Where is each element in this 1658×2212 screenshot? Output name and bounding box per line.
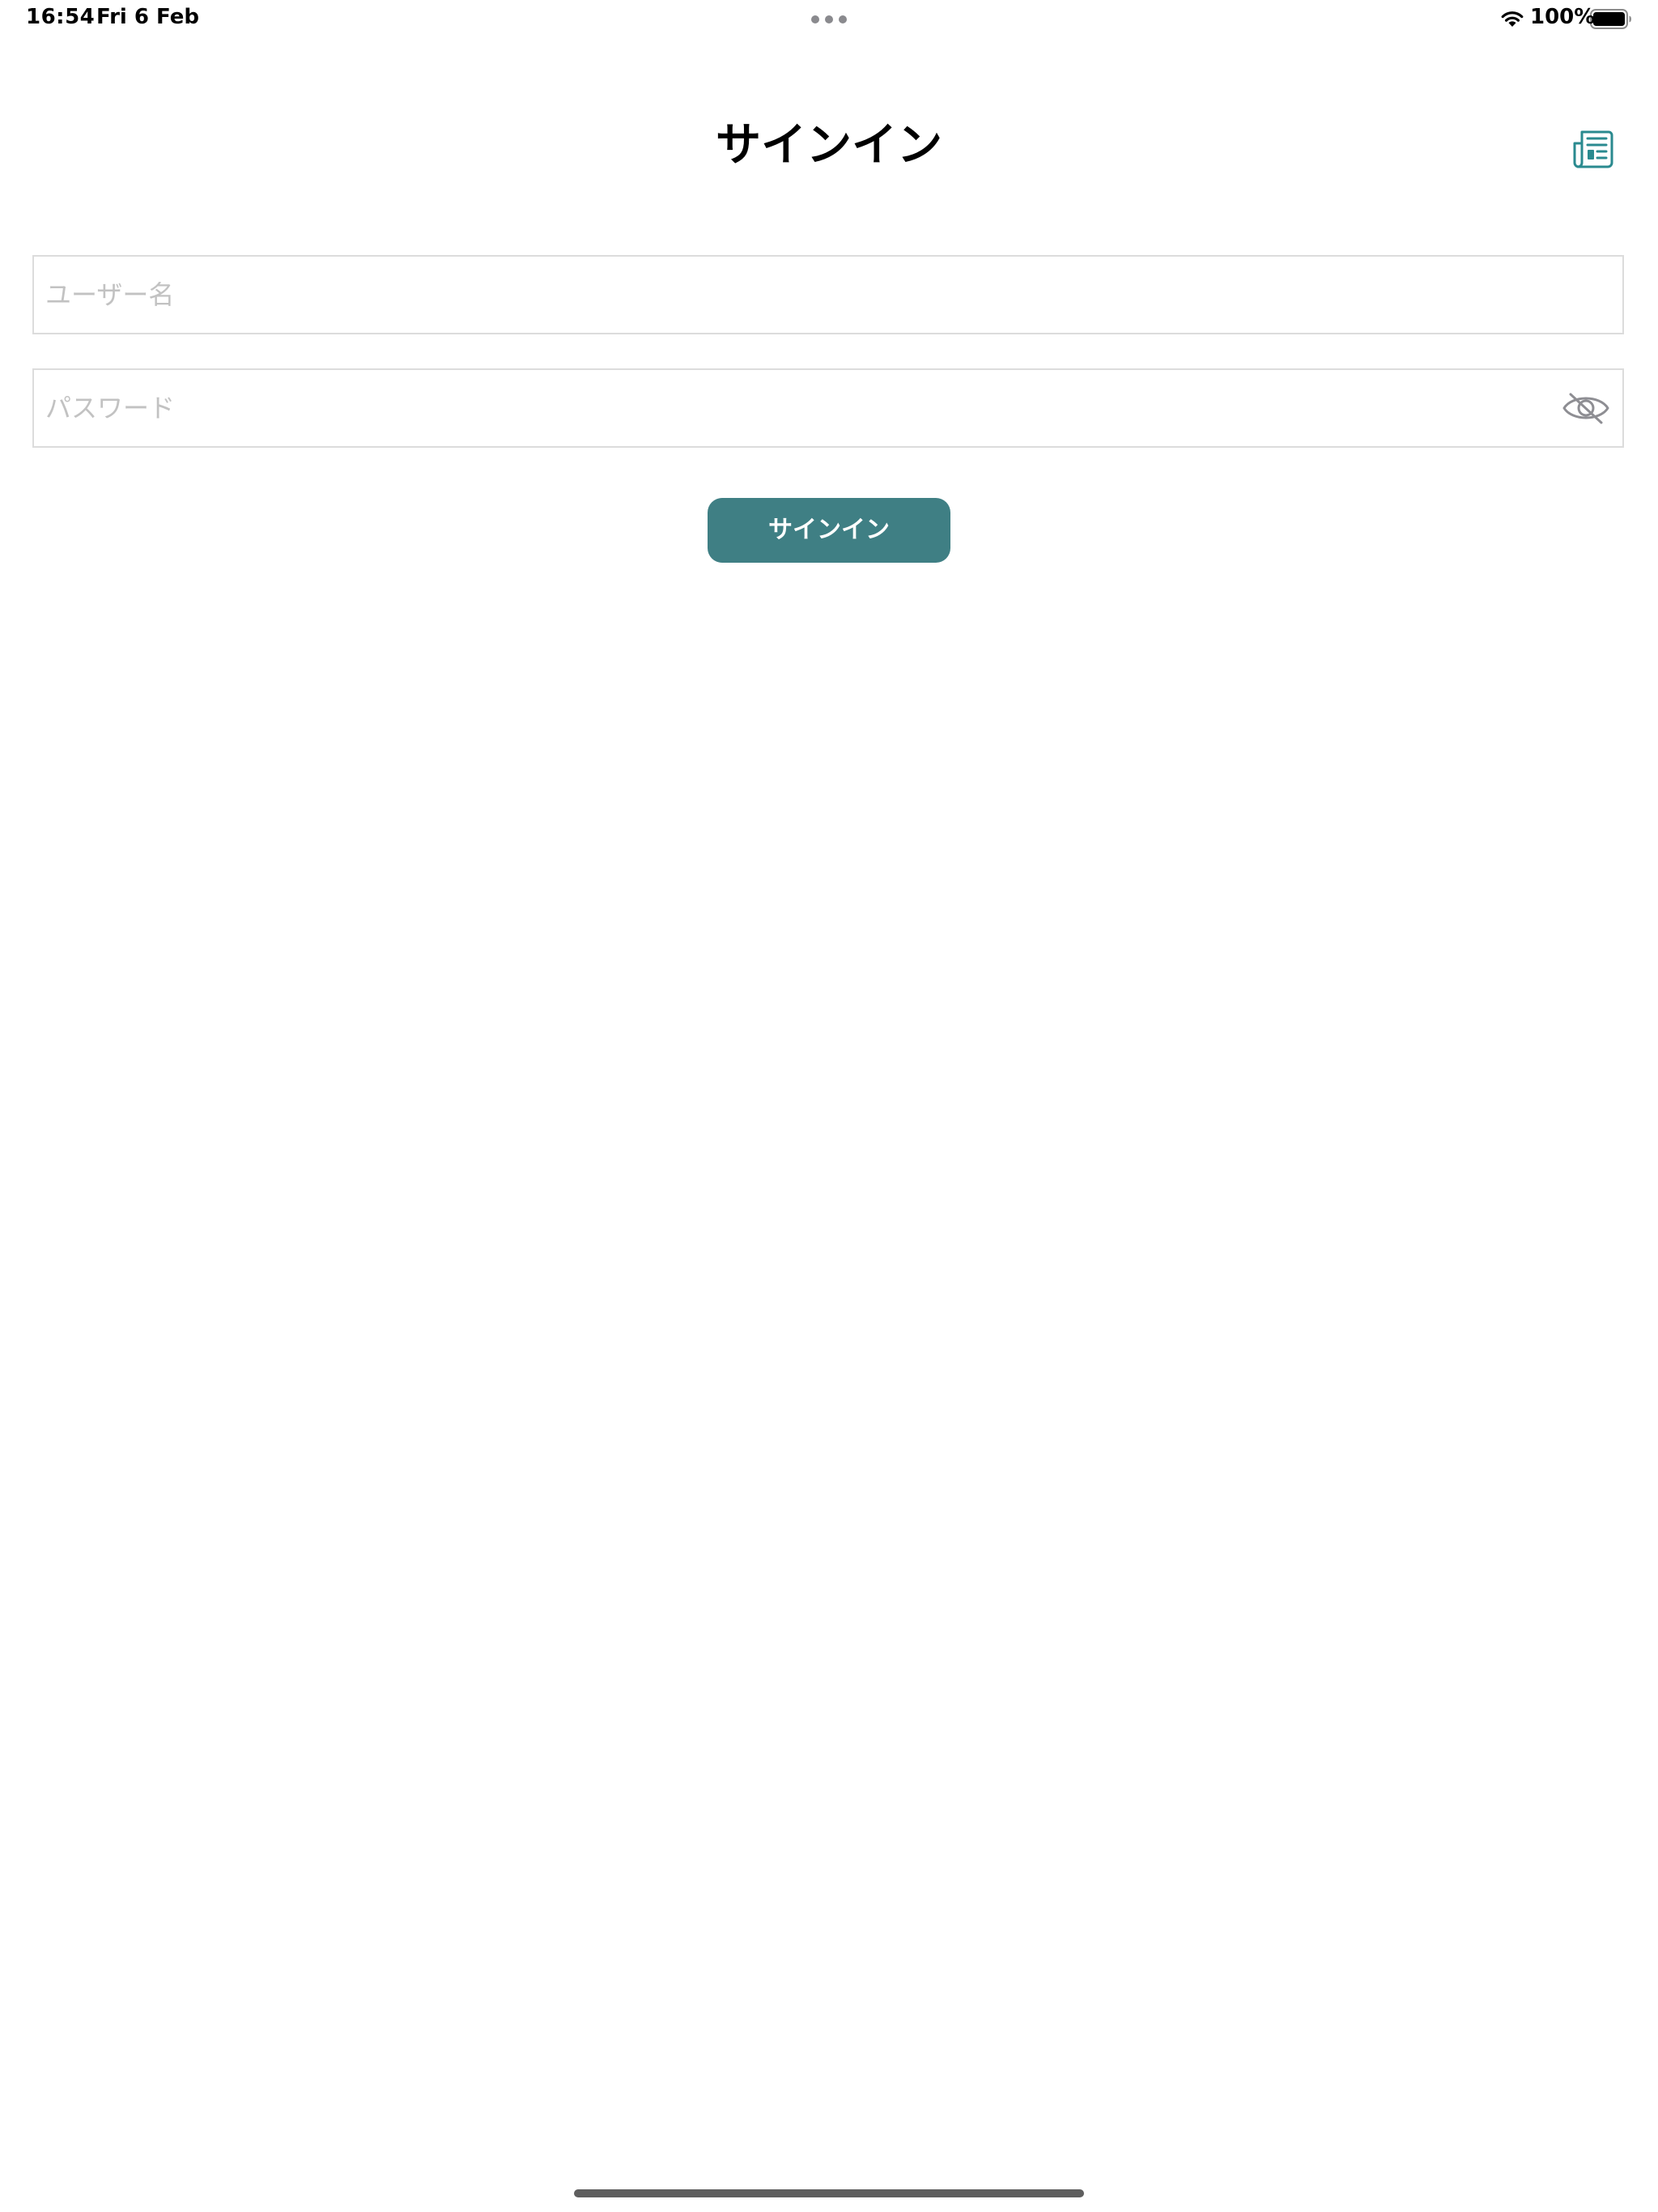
home-indicator[interactable]	[574, 2189, 1084, 2197]
username-field	[32, 255, 1624, 334]
password-visibility-toggle[interactable]	[1561, 389, 1611, 428]
battery-icon	[1590, 9, 1631, 29]
wifi-icon	[1501, 11, 1524, 27]
sign-in-button[interactable]: サインイン	[708, 498, 950, 563]
newspaper-icon	[1573, 130, 1613, 168]
battery-percent: 100%	[1530, 5, 1596, 29]
multitask-dots-icon[interactable]	[811, 15, 847, 23]
newspaper-button[interactable]	[1569, 125, 1618, 173]
password-input[interactable]	[45, 370, 1551, 446]
status-time: 16:54	[26, 5, 96, 29]
status-date: Fri 6 Feb	[96, 5, 199, 29]
password-field	[32, 368, 1624, 448]
status-bar: 16:54 Fri 6 Feb 100%	[0, 0, 1658, 39]
page-title: サインイン	[716, 119, 942, 172]
username-input[interactable]	[45, 257, 1551, 333]
eye-slash-icon	[1562, 393, 1609, 424]
